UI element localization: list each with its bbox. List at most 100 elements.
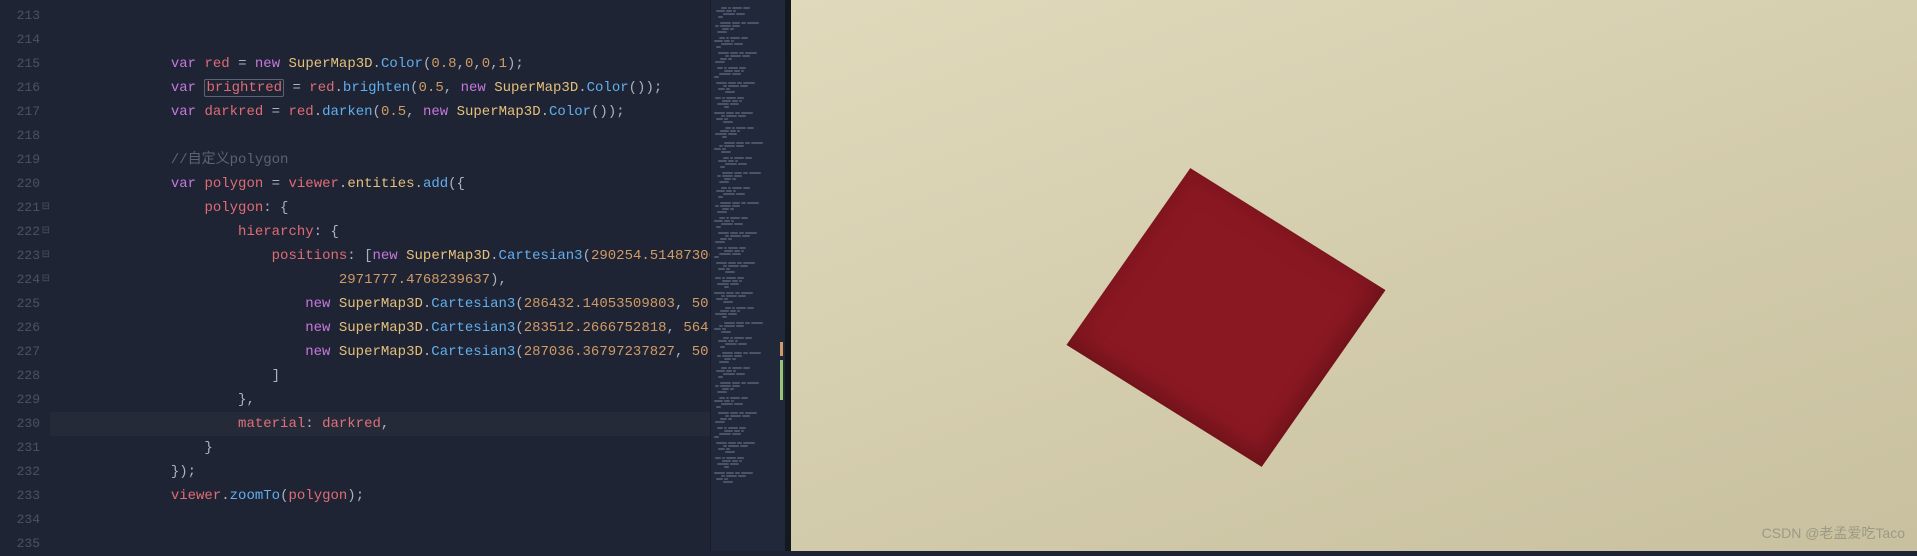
code-line[interactable]: } <box>70 436 710 460</box>
token: darkred <box>204 104 263 120</box>
code-line[interactable] <box>70 28 710 52</box>
fold-icon[interactable]: ⊟ <box>42 220 50 244</box>
minimap-line <box>714 112 782 114</box>
minimap-line <box>714 268 782 270</box>
minimap-line <box>714 106 782 108</box>
minimap-line <box>714 259 782 261</box>
line-number: 226 <box>0 316 40 340</box>
code-line[interactable]: polygon: { <box>70 196 710 220</box>
code-text-area[interactable]: var red = new SuperMap3D.Color(0.8,0,0,1… <box>50 0 710 551</box>
minimap-line <box>714 151 782 153</box>
token: 283512.2666752818 <box>524 320 667 336</box>
minimap-line <box>714 166 782 168</box>
code-line[interactable] <box>70 4 710 28</box>
minimap-line <box>714 472 782 474</box>
minimap-line <box>714 202 782 204</box>
minimap[interactable] <box>710 0 785 551</box>
token: Color <box>587 80 629 96</box>
token: new <box>423 104 448 120</box>
minimap-line <box>714 244 782 246</box>
minimap-line <box>714 145 782 147</box>
token: Cartesian3 <box>499 248 583 264</box>
line-number: 235 <box>0 532 40 556</box>
code-line[interactable]: viewer.zoomTo(polygon); <box>70 484 710 508</box>
token: polygon <box>204 200 263 216</box>
token: , <box>406 104 423 120</box>
line-number: 221⊟ <box>0 196 40 220</box>
token: var <box>171 104 196 120</box>
minimap-line <box>714 157 782 159</box>
token <box>330 344 338 360</box>
minimap-line <box>714 172 782 174</box>
token: ()); <box>591 104 625 120</box>
minimap-line <box>714 250 782 252</box>
minimap-line <box>714 190 782 192</box>
code-line[interactable]: new SuperMap3D.Cartesian3(286432.1405350… <box>70 292 710 316</box>
minimap-line <box>714 127 782 129</box>
line-number: 218 <box>0 124 40 148</box>
code-line[interactable]: }, <box>70 388 710 412</box>
minimap-line <box>714 439 782 441</box>
token: . <box>490 248 498 264</box>
code-line[interactable]: 2971777.4768239637), <box>70 268 710 292</box>
fold-icon[interactable]: ⊟ <box>42 244 50 268</box>
token <box>448 104 456 120</box>
line-number-gutter[interactable]: 213214215216217218219220221⊟222⊟223⊟224⊟… <box>0 0 50 551</box>
token: 287036.36797237827 <box>524 344 675 360</box>
minimap-line <box>714 481 782 483</box>
token: new <box>305 344 330 360</box>
minimap-line <box>714 142 782 144</box>
fold-icon[interactable]: ⊟ <box>42 268 50 292</box>
code-line[interactable]: new SuperMap3D.Cartesian3(283512.2666752… <box>70 316 710 340</box>
line-number: 231 <box>0 436 40 460</box>
line-number: 233 <box>0 484 40 508</box>
minimap-line <box>714 94 782 96</box>
code-editor[interactable]: 213214215216217218219220221⊟222⊟223⊟224⊟… <box>0 0 710 551</box>
code-line[interactable]: hierarchy: { <box>70 220 710 244</box>
line-number: 213 <box>0 4 40 28</box>
minimap-line <box>714 262 782 264</box>
minimap-line <box>714 328 782 330</box>
token <box>171 224 238 240</box>
token: ()); <box>629 80 663 96</box>
minimap-line <box>714 298 782 300</box>
code-line[interactable]: ] <box>70 364 710 388</box>
code-line[interactable]: var brightred = red.brighten(0.5, new Su… <box>70 76 710 100</box>
token <box>171 344 305 360</box>
minimap-line <box>714 61 782 63</box>
code-line[interactable]: positions: [new SuperMap3D.Cartesian3(29… <box>70 244 710 268</box>
token: 0 <box>482 56 490 72</box>
code-line[interactable] <box>70 508 710 532</box>
code-line[interactable]: var red = new SuperMap3D.Color(0.8,0,0,1… <box>70 52 710 76</box>
minimap-line <box>714 43 782 45</box>
fold-icon[interactable]: ⊟ <box>42 196 50 220</box>
minimap-line <box>714 58 782 60</box>
minimap-line <box>714 118 782 120</box>
minimap-line <box>714 175 782 177</box>
minimap-line <box>714 406 782 408</box>
render-viewport[interactable]: CSDN @老孟爱吃Taco <box>791 0 1917 551</box>
code-line[interactable]: var darkred = red.darken(0.5, new SuperM… <box>70 100 710 124</box>
code-line[interactable] <box>70 124 710 148</box>
minimap-line <box>714 82 782 84</box>
line-number: 219 <box>0 148 40 172</box>
line-number: 220 <box>0 172 40 196</box>
token: ( <box>583 248 591 264</box>
token <box>330 296 338 312</box>
token <box>171 272 339 288</box>
token: = <box>284 80 309 96</box>
minimap-line <box>714 232 782 234</box>
token: }); <box>171 464 196 480</box>
code-line[interactable]: var polygon = viewer.entities.add({ <box>70 172 710 196</box>
minimap-line <box>714 283 782 285</box>
code-line[interactable]: //自定义polygon <box>70 148 710 172</box>
minimap-line <box>714 67 782 69</box>
code-line[interactable]: }); <box>70 460 710 484</box>
minimap-line <box>714 367 782 369</box>
line-number: 225 <box>0 292 40 316</box>
code-line[interactable]: new SuperMap3D.Cartesian3(287036.3679723… <box>70 340 710 364</box>
minimap-line <box>714 100 782 102</box>
token: darken <box>322 104 372 120</box>
minimap-line <box>714 370 782 372</box>
minimap-line <box>714 235 782 237</box>
